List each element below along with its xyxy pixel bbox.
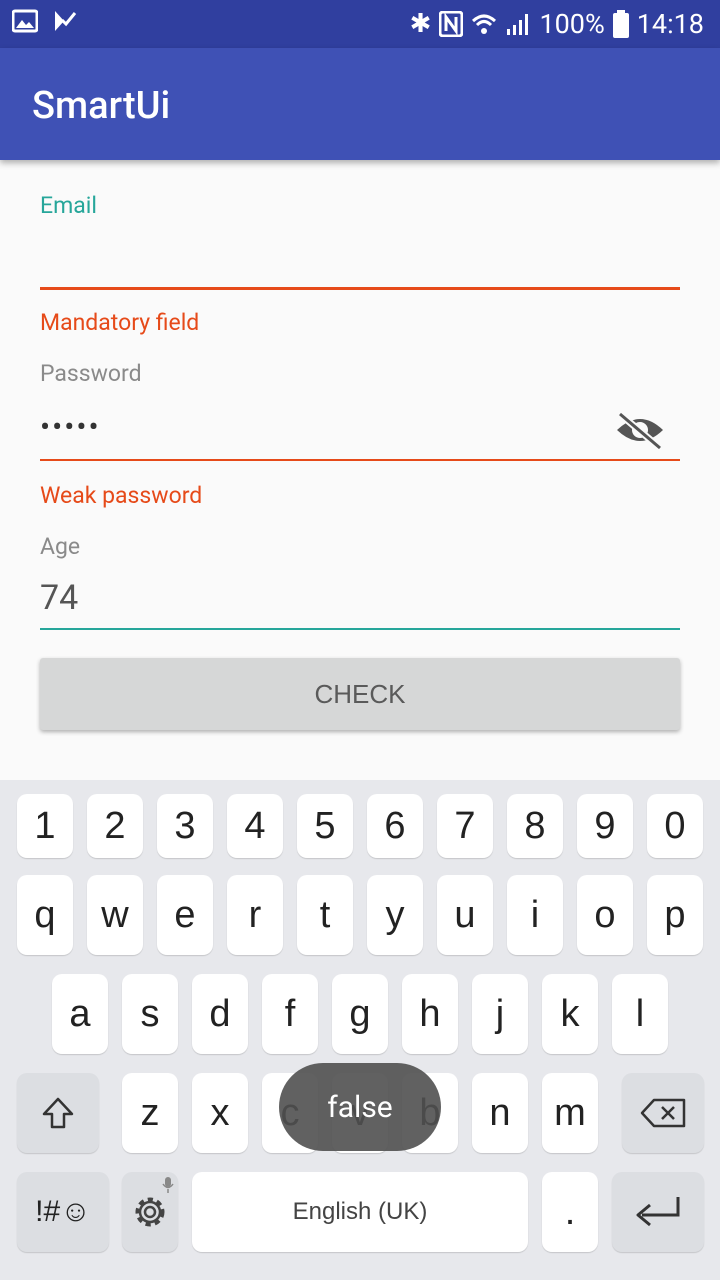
key-d[interactable]: d — [192, 974, 248, 1054]
key-f[interactable]: f — [262, 974, 318, 1054]
key-9[interactable]: 9 — [577, 794, 633, 858]
key-t[interactable]: t — [297, 875, 353, 955]
symbols-key[interactable]: !#☺ — [17, 1172, 109, 1252]
app-bar: SmartUi — [0, 48, 720, 160]
app-title: SmartUi — [32, 84, 171, 128]
tasks-notification-icon — [55, 11, 77, 31]
email-label: Email — [40, 192, 97, 219]
age-underline — [40, 628, 680, 630]
key-h[interactable]: h — [402, 974, 458, 1054]
key-n[interactable]: n — [472, 1073, 528, 1153]
nfc-icon — [439, 11, 464, 37]
password-label: Password — [40, 360, 142, 387]
key-y[interactable]: y — [367, 875, 423, 955]
battery-percent: 100% — [539, 8, 605, 40]
password-field[interactable]: ••••• — [40, 410, 101, 445]
key-s[interactable]: s — [122, 974, 178, 1054]
key-u[interactable]: u — [437, 875, 493, 955]
password-underline — [40, 459, 680, 461]
key-o[interactable]: o — [577, 875, 633, 955]
bluetooth-icon: ✱ — [409, 9, 432, 39]
age-label: Age — [40, 533, 81, 560]
key-2[interactable]: 2 — [87, 794, 143, 858]
backspace-key[interactable] — [622, 1073, 704, 1153]
battery-icon — [612, 10, 629, 38]
key-6[interactable]: 6 — [367, 794, 423, 858]
key-0[interactable]: 0 — [647, 794, 703, 858]
key-i[interactable]: i — [507, 875, 563, 955]
signal-icon — [507, 14, 529, 35]
visibility-off-icon[interactable] — [614, 408, 666, 452]
status-bar: ✱ 100% 14:18 — [0, 0, 720, 48]
key-w[interactable]: w — [87, 875, 143, 955]
period-key[interactable]: . — [542, 1172, 598, 1252]
backspace-icon — [640, 1098, 686, 1128]
age-field[interactable]: 74 — [40, 578, 78, 618]
key-q[interactable]: q — [17, 875, 73, 955]
enter-key[interactable] — [612, 1172, 704, 1252]
settings-key[interactable] — [122, 1172, 178, 1252]
key-z[interactable]: z — [122, 1073, 178, 1153]
key-l[interactable]: l — [612, 974, 668, 1054]
key-g[interactable]: g — [332, 974, 388, 1054]
shift-key[interactable] — [17, 1073, 99, 1153]
gallery-notification-icon — [12, 9, 38, 33]
key-7[interactable]: 7 — [437, 794, 493, 858]
soft-keyboard: 1 2 3 4 5 6 7 8 9 0 q w e r t y u i o p … — [0, 780, 720, 1280]
key-3[interactable]: 3 — [157, 794, 213, 858]
key-a[interactable]: a — [52, 974, 108, 1054]
email-underline — [40, 287, 680, 290]
enter-icon — [636, 1197, 680, 1227]
key-1[interactable]: 1 — [17, 794, 73, 858]
key-k[interactable]: k — [542, 974, 598, 1054]
key-j[interactable]: j — [472, 974, 528, 1054]
shift-icon — [42, 1097, 74, 1129]
key-m[interactable]: m — [542, 1073, 598, 1153]
key-r[interactable]: r — [227, 875, 283, 955]
toast-message: false — [279, 1063, 441, 1151]
microphone-icon — [162, 1177, 174, 1193]
key-8[interactable]: 8 — [507, 794, 563, 858]
clock: 14:18 — [636, 8, 704, 40]
key-5[interactable]: 5 — [297, 794, 353, 858]
space-key[interactable]: English (UK) — [192, 1172, 528, 1252]
key-4[interactable]: 4 — [227, 794, 283, 858]
key-e[interactable]: e — [157, 875, 213, 955]
email-error: Mandatory field — [40, 309, 200, 336]
key-p[interactable]: p — [647, 875, 703, 955]
check-button[interactable]: CHECK — [40, 658, 680, 730]
key-x[interactable]: x — [192, 1073, 248, 1153]
password-error: Weak password — [40, 482, 203, 509]
gear-icon — [135, 1197, 165, 1227]
wifi-icon — [472, 14, 497, 34]
email-field[interactable] — [40, 230, 680, 290]
